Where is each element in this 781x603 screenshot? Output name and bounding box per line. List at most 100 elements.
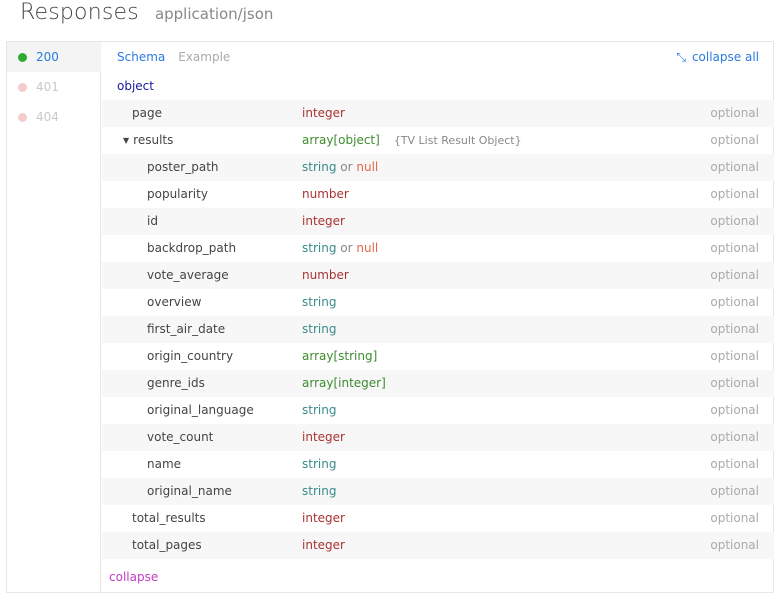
schema-field-row: vote_count integer optional — [102, 424, 774, 451]
optional-label: optional — [710, 484, 759, 498]
status-code-200[interactable]: 200 — [7, 42, 101, 72]
status-dot-icon — [18, 82, 27, 92]
collapse-arrows-icon: ⤡ — [676, 49, 686, 64]
status-dot-icon — [18, 112, 27, 122]
field-type: number — [302, 181, 349, 208]
field-name-text: page — [132, 106, 162, 120]
field-type: number — [302, 262, 349, 289]
field-type: array[integer] — [302, 370, 386, 397]
field-type-text: string — [302, 295, 337, 309]
field-type: integer — [302, 505, 345, 532]
field-type: integer — [302, 532, 345, 559]
schema-field-row: page integer optional — [102, 100, 774, 127]
collapse-all-label: collapse all — [691, 50, 759, 64]
optional-label: optional — [710, 160, 759, 174]
field-name-text: popularity — [147, 187, 208, 201]
field-name: vote_count — [147, 424, 213, 451]
field-name: ▼ results — [123, 127, 173, 155]
field-type-text: string — [302, 457, 337, 471]
collapse-link[interactable]: collapse — [109, 570, 158, 584]
optional-label: optional — [710, 214, 759, 228]
schema-field-row: origin_country array[string] optional — [102, 343, 774, 370]
field-name-text: vote_count — [147, 430, 214, 444]
field-type: string — [302, 316, 336, 343]
optional-label: optional — [710, 403, 759, 417]
schema-field-row: name string optional — [102, 451, 774, 478]
field-name: name — [147, 451, 181, 478]
optional-label: optional — [710, 457, 759, 471]
field-name-text: id — [147, 214, 158, 228]
field-name-text: overview — [147, 295, 202, 309]
tab-schema[interactable]: Schema — [117, 50, 165, 64]
optional-label: optional — [710, 187, 759, 201]
status-code-list: 200 401 404 — [7, 42, 101, 592]
schema-field-row: poster_path string or null optional — [102, 154, 774, 181]
field-type: array[string] — [302, 343, 377, 370]
field-type: string or null — [302, 235, 378, 262]
field-name-text: results — [133, 133, 174, 147]
field-type-text: string — [302, 241, 337, 255]
field-name: poster_path — [147, 154, 219, 181]
field-name-text: total_pages — [132, 538, 202, 552]
field-type: integer — [302, 100, 345, 127]
null-type-text: null — [356, 241, 379, 255]
schema-field-row: first_air_date string optional — [102, 316, 774, 343]
field-name-text: poster_path — [147, 160, 219, 174]
field-type: string — [302, 289, 336, 316]
schema-field-row: id integer optional — [102, 208, 774, 235]
optional-label: optional — [710, 133, 759, 147]
optional-label: optional — [710, 268, 759, 282]
field-type: integer — [302, 424, 345, 451]
optional-label: optional — [710, 349, 759, 363]
field-type: string — [302, 397, 336, 424]
schema-field-row: overview string optional — [102, 289, 774, 316]
field-type-text: number — [302, 268, 349, 282]
field-type: string — [302, 478, 336, 505]
field-type-text: array[string] — [302, 349, 378, 363]
field-name: first_air_date — [147, 316, 225, 343]
field-type: integer — [302, 208, 345, 235]
field-name: total_pages — [132, 532, 202, 559]
field-name-text: first_air_date — [147, 322, 226, 336]
optional-label: optional — [710, 241, 759, 255]
field-name-text: name — [147, 457, 182, 471]
optional-label: optional — [710, 295, 759, 309]
field-name: origin_country — [147, 343, 233, 370]
collapse-all-button[interactable]: ⤡ collapse all — [676, 42, 759, 72]
field-type: string or null — [302, 154, 378, 181]
status-code-404[interactable]: 404 — [7, 102, 101, 132]
field-type-text: array[integer] — [302, 376, 386, 390]
schema-field-row: popularity number optional — [102, 181, 774, 208]
field-name-text: genre_ids — [147, 376, 205, 390]
field-name-text: vote_average — [147, 268, 229, 282]
field-type-text: string — [302, 322, 337, 336]
schema-field-row: original_language string optional — [102, 397, 774, 424]
status-code-label: 401 — [36, 80, 59, 94]
type-or-separator: or — [340, 241, 353, 255]
schema-field-row: vote_average number optional — [102, 262, 774, 289]
optional-label: optional — [710, 322, 759, 336]
field-name: original_name — [147, 478, 232, 505]
optional-label: optional — [710, 538, 759, 552]
field-type: string — [302, 451, 336, 478]
field-name: backdrop_path — [147, 235, 236, 262]
field-type-text: integer — [302, 538, 345, 552]
responses-header: Responses application/json — [20, 0, 273, 34]
field-name: vote_average — [147, 262, 229, 289]
schema-field-row: total_pages integer optional — [102, 532, 774, 559]
optional-label: optional — [710, 376, 759, 390]
field-name: popularity — [147, 181, 208, 208]
schema-field-row: original_name string optional — [102, 478, 774, 505]
responses-title: Responses — [20, 0, 139, 25]
status-code-401[interactable]: 401 — [7, 72, 101, 102]
optional-label: optional — [710, 511, 759, 525]
field-name: overview — [147, 289, 201, 316]
field-name-text: total_results — [132, 511, 206, 525]
null-type-text: null — [356, 160, 379, 174]
field-type: array[object] {TV List Result Object} — [302, 127, 522, 154]
tab-example[interactable]: Example — [178, 50, 230, 64]
status-code-label: 404 — [36, 110, 59, 124]
expand-caret-icon[interactable]: ▼ — [123, 127, 129, 154]
schema-field-row: genre_ids array[integer] optional — [102, 370, 774, 397]
field-name: total_results — [132, 505, 206, 532]
